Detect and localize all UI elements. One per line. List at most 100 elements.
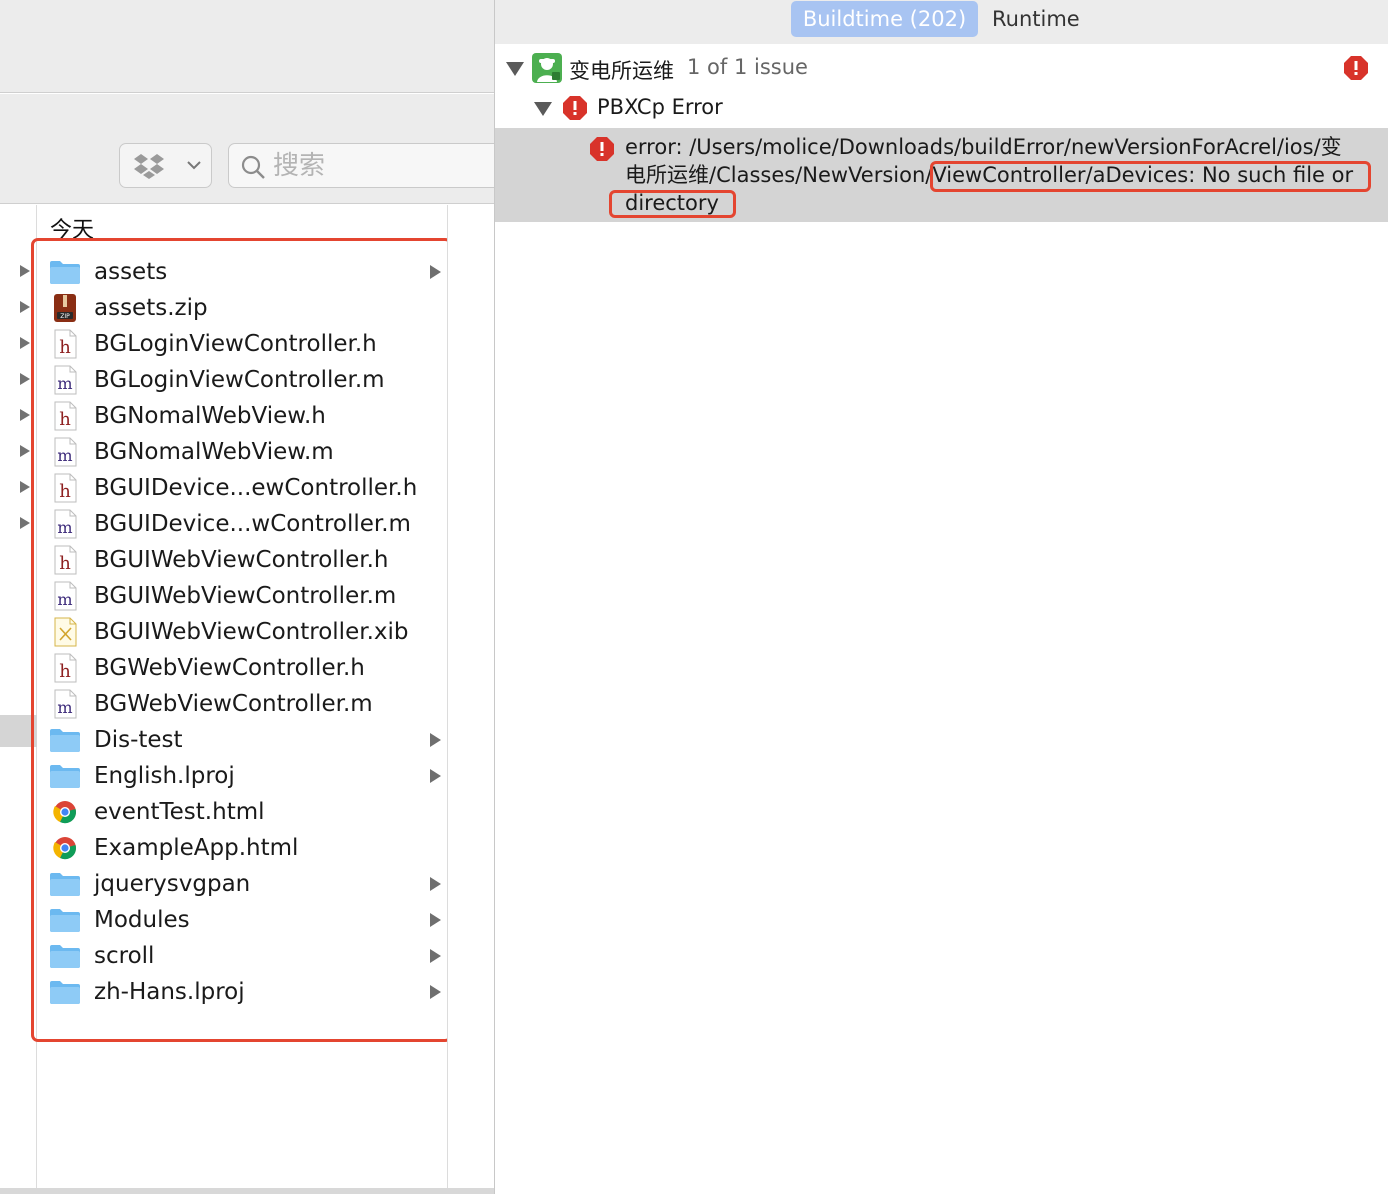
row-disclosure-arrow[interactable]	[20, 409, 30, 421]
parent-column-selected-row[interactable]	[0, 715, 37, 747]
file-name: BGUIDevice...ewController.h	[94, 475, 418, 501]
header-file-icon: h	[48, 653, 82, 683]
folder-expand-arrow-icon[interactable]	[430, 913, 441, 927]
file-name: English.lproj	[94, 763, 235, 789]
dropbox-menu-button[interactable]	[119, 143, 212, 188]
row-disclosure-arrow[interactable]	[20, 373, 30, 385]
file-list-item[interactable]: m BGUIWebViewController.m	[48, 578, 444, 614]
row-disclosure-arrow[interactable]	[20, 517, 30, 529]
search-icon	[241, 155, 265, 179]
objc-file-icon: m	[48, 689, 82, 719]
project-issue-group[interactable]: 变电所运维 1 of 1 issue	[495, 48, 1388, 88]
file-name: ExampleApp.html	[94, 835, 299, 861]
file-name: Dis-test	[94, 727, 183, 753]
header-file-icon: h	[48, 473, 82, 503]
tab-buildtime[interactable]: Buildtime (202)	[791, 1, 978, 37]
disclosure-triangle-icon[interactable]	[506, 62, 524, 76]
file-name: BGNomalWebView.m	[94, 439, 334, 465]
finder-titlebar	[0, 0, 494, 93]
folder-expand-arrow-icon[interactable]	[430, 985, 441, 999]
file-list-item[interactable]: English.lproj	[48, 758, 444, 794]
error-message-missing-path: /ViewController/aDevices: No such file o…	[925, 163, 1354, 187]
folder-expand-arrow-icon[interactable]	[430, 733, 441, 747]
file-list-item[interactable]: jquerysvgpan	[48, 866, 444, 902]
row-disclosure-arrow[interactable]	[20, 301, 30, 313]
error-detail-row[interactable]: error: /Users/molice/Downloads/buildErro…	[495, 128, 1388, 222]
file-name: Modules	[94, 907, 190, 933]
file-name: jquerysvgpan	[94, 871, 251, 897]
empty-column	[447, 205, 494, 1194]
chevron-down-icon	[187, 161, 201, 170]
objc-file-icon: m	[48, 365, 82, 395]
file-list-item[interactable]: Modules	[48, 902, 444, 938]
project-name: 变电所运维	[569, 59, 674, 83]
svg-text:h: h	[59, 409, 71, 430]
file-name: zh-Hans.lproj	[94, 979, 245, 1005]
file-list-item[interactable]: zh-Hans.lproj	[48, 974, 444, 1010]
search-field[interactable]	[228, 143, 494, 188]
folder-icon	[48, 761, 82, 791]
folder-expand-arrow-icon[interactable]	[430, 949, 441, 963]
file-list-item[interactable]: h BGLoginViewController.h	[48, 326, 444, 362]
zip-archive-icon: ZIP	[48, 293, 82, 323]
svg-text:m: m	[57, 590, 72, 609]
file-list-item[interactable]: h BGUIWebViewController.h	[48, 542, 444, 578]
folder-expand-arrow-icon[interactable]	[430, 769, 441, 783]
folder-icon	[48, 257, 82, 287]
file-list-item[interactable]: ZIP assets.zip	[48, 290, 444, 326]
file-name: BGNomalWebView.h	[94, 403, 326, 429]
svg-text:h: h	[59, 337, 71, 358]
file-list-item[interactable]: m BGWebViewController.m	[48, 686, 444, 722]
objc-file-icon: m	[48, 437, 82, 467]
column-header: 今天	[50, 218, 95, 243]
issue-count: 1 of 1 issue	[687, 55, 808, 79]
file-list-item[interactable]: m BGLoginViewController.m	[48, 362, 444, 398]
folder-icon	[48, 725, 82, 755]
file-name: scroll	[94, 943, 155, 969]
row-disclosure-arrow[interactable]	[20, 337, 30, 349]
file-name: BGWebViewController.m	[94, 691, 373, 717]
svg-text:m: m	[57, 446, 72, 465]
error-message: error: /Users/molice/Downloads/buildErro…	[625, 133, 1375, 217]
xib-file-icon	[48, 617, 82, 647]
error-icon	[563, 96, 587, 120]
file-list-item[interactable]: scroll	[48, 938, 444, 974]
file-list-item[interactable]: assets	[48, 254, 444, 290]
file-name: BGLoginViewController.m	[94, 367, 385, 393]
error-message-path: 电所运维/Classes/NewVersion	[625, 163, 926, 187]
folder-expand-arrow-icon[interactable]	[430, 265, 441, 279]
row-disclosure-arrow[interactable]	[20, 265, 30, 277]
row-disclosure-arrow[interactable]	[20, 481, 30, 493]
svg-text:h: h	[59, 553, 71, 574]
row-disclosure-arrow[interactable]	[20, 445, 30, 457]
header-file-icon: h	[48, 545, 82, 575]
file-list-item[interactable]: eventTest.html	[48, 794, 444, 830]
svg-text:m: m	[57, 374, 72, 393]
file-list-item[interactable]: BGUIWebViewController.xib	[48, 614, 444, 650]
objc-file-icon: m	[48, 581, 82, 611]
folder-icon	[48, 869, 82, 899]
svg-text:m: m	[57, 518, 72, 537]
folder-expand-arrow-icon[interactable]	[430, 877, 441, 891]
file-list-item[interactable]: h BGWebViewController.h	[48, 650, 444, 686]
file-list-item[interactable]: m BGUIDevice...wController.m	[48, 506, 444, 542]
disclosure-triangle-icon[interactable]	[534, 102, 552, 116]
file-list-item[interactable]: ExampleApp.html	[48, 830, 444, 866]
error-icon	[590, 137, 614, 161]
file-list-item[interactable]: Dis-test	[48, 722, 444, 758]
file-name: BGUIWebViewController.h	[94, 547, 389, 573]
parent-column[interactable]	[0, 205, 37, 1194]
folder-icon	[48, 941, 82, 971]
file-list-item[interactable]: h BGUIDevice...ewController.h	[48, 470, 444, 506]
svg-text:ZIP: ZIP	[60, 313, 70, 320]
file-name: BGLoginViewController.h	[94, 331, 377, 357]
file-name: assets.zip	[94, 295, 208, 321]
error-type-group[interactable]: PBXCp Error	[495, 90, 1388, 126]
file-list-item[interactable]: h BGNomalWebView.h	[48, 398, 444, 434]
tab-runtime[interactable]: Runtime	[992, 1, 1080, 37]
file-list-item[interactable]: m BGNomalWebView.m	[48, 434, 444, 470]
search-input[interactable]	[273, 150, 493, 182]
error-message-line: 电所运维/Classes/NewVersion/ViewController/a…	[625, 161, 1375, 189]
file-name: BGWebViewController.h	[94, 655, 365, 681]
svg-text:m: m	[57, 698, 72, 717]
